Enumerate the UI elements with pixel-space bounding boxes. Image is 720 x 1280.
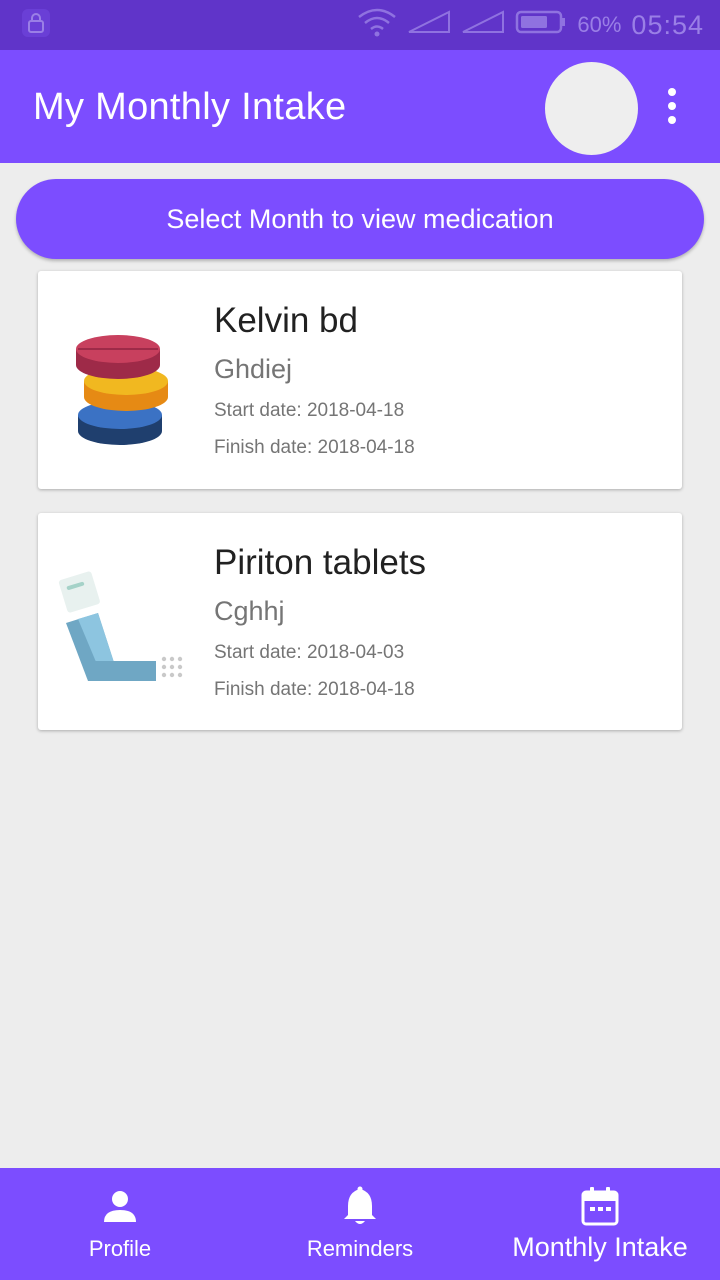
medication-description: Cghhj (214, 596, 285, 626)
medication-name: Kelvin bd (214, 301, 358, 340)
page-title: My Monthly Intake (33, 86, 347, 128)
finish-date: Finish date: 2018-04-18 (214, 679, 415, 700)
app-bar: My Monthly Intake (0, 50, 720, 163)
lock-icon (20, 7, 52, 44)
battery-percent: 60% (577, 12, 622, 37)
more-vert-icon[interactable] (652, 82, 692, 130)
medication-name: Piriton tablets (214, 543, 427, 582)
signal-icon (461, 9, 505, 41)
nav-item-profile[interactable]: Profile (0, 1168, 240, 1280)
pills-stack-icon (58, 301, 208, 461)
start-date: Start date: 2018-04-18 (214, 400, 405, 421)
nav-item-reminders[interactable]: Reminders (240, 1168, 480, 1280)
start-date: Start date: 2018-04-03 (214, 642, 405, 663)
calendar-icon (580, 1186, 620, 1226)
finish-date: Finish date: 2018-04-18 (214, 437, 415, 458)
signal-icon (407, 9, 451, 41)
nav-label: Monthly Intake (512, 1232, 688, 1262)
medication-card[interactable]: Kelvin bd Ghdiej Start date: 2018-04-18 … (38, 271, 682, 489)
nav-label: Reminders (306, 1236, 414, 1261)
nav-item-monthly-intake[interactable]: Monthly Intake (480, 1168, 720, 1280)
select-month-button[interactable]: Select Month to view medication (16, 179, 704, 259)
avatar[interactable] (545, 62, 638, 155)
medication-description: Ghdiej (214, 354, 293, 384)
wifi-icon (357, 7, 397, 44)
inhaler-icon (58, 543, 208, 703)
battery-icon (515, 9, 567, 42)
status-bar: 60% 05:54 (0, 0, 720, 50)
bell-icon (340, 1186, 380, 1226)
nav-label: Profile (88, 1236, 152, 1261)
status-time: 05:54 (631, 9, 704, 40)
bottom-nav: Profile Reminders Monthly Intake (0, 1168, 720, 1280)
medication-card[interactable]: Piriton tablets Cghhj Start date: 2018-0… (38, 513, 682, 730)
person-icon (100, 1186, 140, 1226)
